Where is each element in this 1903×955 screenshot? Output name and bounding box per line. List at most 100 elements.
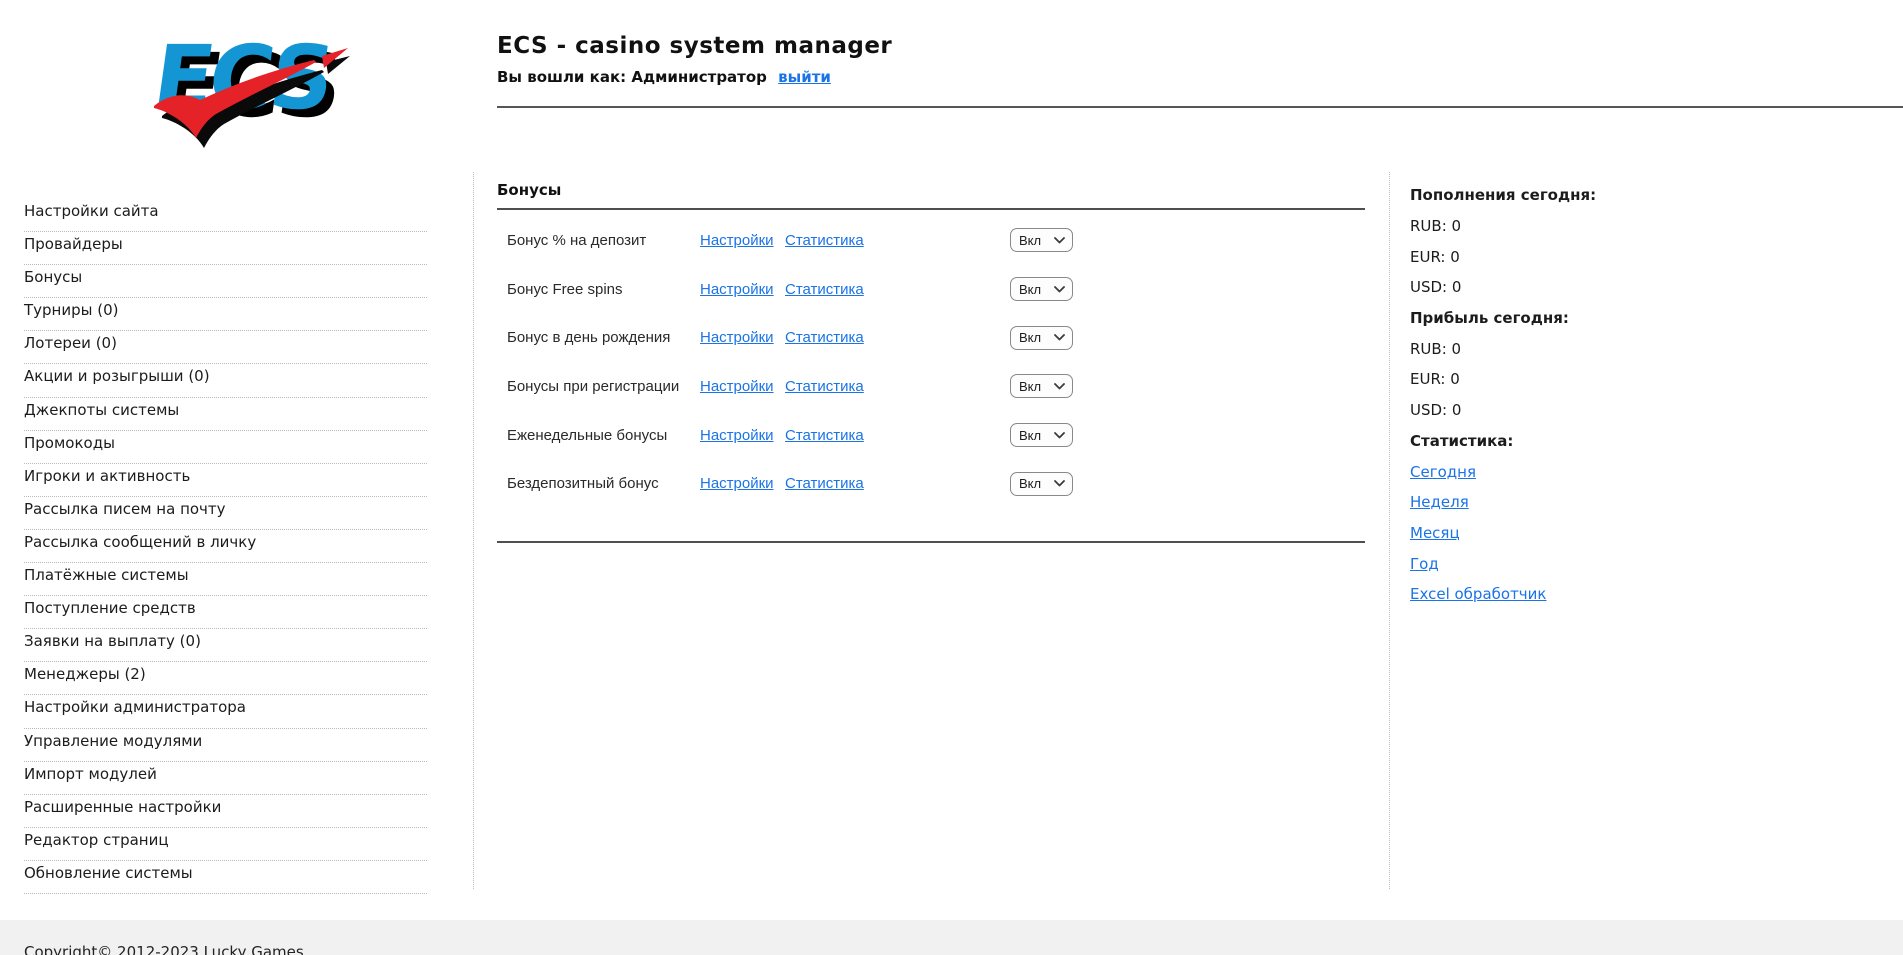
bonuses-heading: Бонусы <box>497 182 1365 199</box>
bonus-settings-link[interactable]: Настройки <box>700 427 774 444</box>
sidebar-item-label: Провайдеры <box>24 235 123 253</box>
sidebar-item-label: Лотереи (0) <box>24 334 117 352</box>
sidebar-item[interactable]: Промокоды <box>24 431 427 464</box>
sidebar-item-label: Редактор страниц <box>24 831 169 849</box>
bonus-settings-link[interactable]: Настройки <box>700 475 774 492</box>
bonus-settings-link[interactable]: Настройки <box>700 281 774 298</box>
bonus-statistics-link[interactable]: Статистика <box>785 378 864 395</box>
statistics-link-row: Год <box>1410 548 1710 579</box>
bonus-name: Бонус % на депозит <box>507 232 700 249</box>
chevron-down-icon <box>1054 334 1065 341</box>
bonus-name: Бездепозитный бонус <box>507 475 700 492</box>
statistics-link[interactable]: Месяц <box>1410 524 1460 542</box>
currency-value: EUR: 0 <box>1410 241 1710 272</box>
sidebar-item[interactable]: Турниры (0) <box>24 298 427 331</box>
sidebar-item[interactable]: Редактор страниц <box>24 828 427 861</box>
statistics-link[interactable]: Неделя <box>1410 493 1469 511</box>
header-divider <box>497 106 1903 108</box>
profit-today-values: RUB: 0 EUR: 0 USD: 0 <box>1410 333 1710 425</box>
sidebar-item[interactable]: Расширенные настройки <box>24 795 427 828</box>
sidebar-item[interactable]: Рассылка писем на почту <box>24 497 427 530</box>
bonus-settings-link[interactable]: Настройки <box>700 329 774 346</box>
bonus-state-select[interactable]: Вкл <box>1010 472 1073 496</box>
bonus-row: Бонус Free spins Настройки Статистика Вк… <box>497 265 1365 314</box>
sidebar-item[interactable]: Провайдеры <box>24 232 427 265</box>
sidebar-item[interactable]: Настройки администратора <box>24 695 427 728</box>
bonus-row: Еженедельные бонусы Настройки Статистика… <box>497 411 1365 460</box>
statistics-link-row: Неделя <box>1410 487 1710 518</box>
statistics-link[interactable]: Сегодня <box>1410 463 1476 481</box>
bonus-statistics-link[interactable]: Статистика <box>785 475 864 492</box>
bonus-row: Бездепозитный бонус Настройки Статистика… <box>497 459 1365 508</box>
bonus-name: Бонус в день рождения <box>507 329 700 346</box>
sidebar-menu: Настройки сайта Провайдеры Бонусы Турнир… <box>24 199 427 894</box>
sidebar-item[interactable]: Менеджеры (2) <box>24 662 427 695</box>
sidebar-item[interactable]: Рассылка сообщений в личку <box>24 530 427 563</box>
sidebar-item-label: Настройки сайта <box>24 202 159 220</box>
bonus-settings-link[interactable]: Настройки <box>700 378 774 395</box>
sidebar-item-label: Рассылка писем на почту <box>24 500 226 518</box>
sidebar-item[interactable]: Платёжные системы <box>24 563 427 596</box>
statistics-link[interactable]: Excel обработчик <box>1410 585 1546 603</box>
sidebar-item[interactable]: Импорт модулей <box>24 762 427 795</box>
sidebar-item-label: Бонусы <box>24 268 82 286</box>
statistics-link[interactable]: Год <box>1410 555 1439 573</box>
bonus-name: Бонус Free spins <box>507 281 700 298</box>
sidebar-item-label: Расширенные настройки <box>24 798 221 816</box>
sidebar-item-label: Платёжные системы <box>24 566 189 584</box>
sidebar-item-label: Заявки на выплату (0) <box>24 632 201 650</box>
bonus-statistics-link[interactable]: Статистика <box>785 232 864 249</box>
currency-value: EUR: 0 <box>1410 364 1710 395</box>
statistics-link-row: Excel обработчик <box>1410 579 1710 610</box>
statistics-links: Сегодня Неделя Месяц Год Excel обработчи… <box>1410 456 1710 609</box>
bonus-statistics-link[interactable]: Статистика <box>785 281 864 298</box>
bonus-state-value: Вкл <box>1019 428 1041 443</box>
bonus-state-select[interactable]: Вкл <box>1010 423 1073 447</box>
sidebar-item[interactable]: Игроки и активность <box>24 464 427 497</box>
bonus-state-select[interactable]: Вкл <box>1010 277 1073 301</box>
statistics-link-row: Месяц <box>1410 518 1710 549</box>
summary-panel: Пополнения сегодня: RUB: 0 EUR: 0 USD: 0… <box>1410 180 1710 610</box>
ecs-logo-image: ECS ECS <box>138 12 350 154</box>
bonus-state-value: Вкл <box>1019 476 1041 491</box>
bonus-name: Еженедельные бонусы <box>507 427 700 444</box>
login-status-text: Вы вошли как: Администратор <box>497 68 767 86</box>
ecs-logo[interactable]: ECS ECS <box>138 12 350 154</box>
statistics-link-row: Сегодня <box>1410 456 1710 487</box>
bonus-state-select[interactable]: Вкл <box>1010 228 1073 252</box>
sidebar-item[interactable]: Акции и розыгрыши (0) <box>24 364 427 397</box>
sidebar-item[interactable]: Лотереи (0) <box>24 331 427 364</box>
chevron-down-icon <box>1054 237 1065 244</box>
profit-today-heading: Прибыль сегодня: <box>1410 303 1710 334</box>
sidebar-item-label: Акции и розыгрыши (0) <box>24 367 210 385</box>
footer: Copyright© 2012-2023 Lucky Games <box>0 920 1903 955</box>
sidebar-item[interactable]: Заявки на выплату (0) <box>24 629 427 662</box>
deposits-today-heading: Пополнения сегодня: <box>1410 180 1710 211</box>
ecs-admin-page: { "header": { "logo_text": "ECS", "title… <box>0 0 1903 955</box>
currency-value: USD: 0 <box>1410 272 1710 303</box>
sidebar-item[interactable]: Бонусы <box>24 265 427 298</box>
chevron-down-icon <box>1054 383 1065 390</box>
sidebar-item[interactable]: Обновление системы <box>24 861 427 894</box>
statistics-heading: Статистика: <box>1410 426 1710 457</box>
currency-value: RUB: 0 <box>1410 333 1710 364</box>
bonus-row: Бонусы при регистрации Настройки Статист… <box>497 362 1365 411</box>
bonus-state-value: Вкл <box>1019 282 1041 297</box>
bonus-state-select[interactable]: Вкл <box>1010 326 1073 350</box>
chevron-down-icon <box>1054 480 1065 487</box>
bonus-state-value: Вкл <box>1019 330 1041 345</box>
bonus-state-select[interactable]: Вкл <box>1010 374 1073 398</box>
login-status: Вы вошли как: Администратор выйти <box>497 68 892 86</box>
copyright-text: Copyright© 2012-2023 Lucky Games <box>24 943 304 955</box>
logout-link[interactable]: выйти <box>778 68 831 86</box>
bonuses-heading-rule <box>497 208 1365 210</box>
sidebar-item-label: Рассылка сообщений в личку <box>24 533 256 551</box>
bonus-settings-link[interactable]: Настройки <box>700 232 774 249</box>
bonus-statistics-link[interactable]: Статистика <box>785 427 864 444</box>
sidebar-item[interactable]: Поступление средств <box>24 596 427 629</box>
sidebar-item[interactable]: Управление модулями <box>24 729 427 762</box>
bonus-statistics-link[interactable]: Статистика <box>785 329 864 346</box>
sidebar-item[interactable]: Джекпоты системы <box>24 398 427 431</box>
sidebar-item[interactable]: Настройки сайта <box>24 199 427 232</box>
bonuses-panel: Бонусы Бонус % на депозит Настройки Стат… <box>497 182 1365 543</box>
